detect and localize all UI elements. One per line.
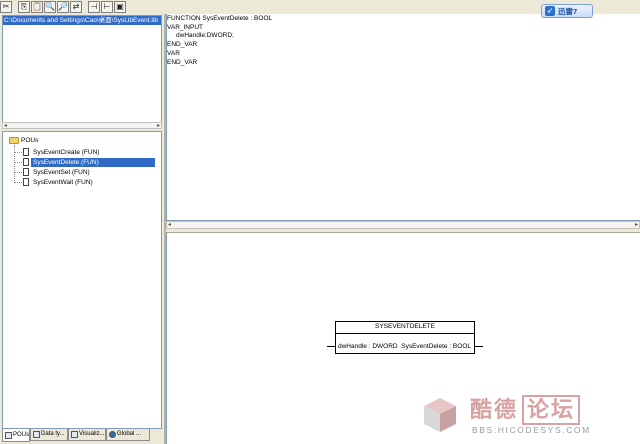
scroll-left-icon[interactable]: ◂ [168, 222, 171, 229]
cube-logo-icon [424, 398, 456, 432]
tree-root-pous[interactable]: POUs [9, 136, 38, 145]
output-pin-line [475, 346, 483, 347]
tab-label: POUs [13, 431, 30, 438]
tab-label: Global ... [117, 431, 142, 437]
function-block-title: SYSEVENTDELETE [375, 323, 435, 330]
find-icon[interactable]: 🔍 [44, 1, 56, 13]
tree-item-label: SysEventCreate (FUN) [33, 148, 100, 156]
tab-label: Data ty... [41, 431, 65, 437]
tree-connector [14, 161, 22, 163]
tab-label: Visualiz... [79, 431, 105, 437]
function-block-output: SysEventDelete : BOOL [401, 343, 471, 350]
xunlei-icon: ➶ [545, 6, 555, 16]
input-pin-line [327, 346, 335, 347]
tree-item-label: SysEventWait (FUN) [33, 178, 93, 186]
editor-scrollbar[interactable]: ◂ ▸ [166, 221, 640, 229]
code-line[interactable]: VAR [167, 50, 272, 59]
toolbar-separator [13, 1, 17, 13]
tree-item[interactable]: SysEventDelete (FUN) [14, 157, 155, 167]
function-block-input: dwHandle : DWORD [338, 343, 398, 350]
globe-icon [109, 431, 116, 438]
library-path-item[interactable]: C:\Documents and Settings\Cao\桌面\SysLibE… [3, 16, 161, 25]
toolbar-separator [83, 1, 87, 13]
library-path-list[interactable]: C:\Documents and Settings\Cao\桌面\SysLibE… [2, 15, 162, 123]
tab-data-ty[interactable]: Data ty... [30, 429, 68, 441]
code-line[interactable]: FUNCTION SysEventDelete : BOOL [167, 15, 272, 24]
xunlei-badge-text: 迅雷7 [558, 6, 578, 16]
scroll-right-icon[interactable]: ▸ [157, 123, 160, 129]
tree-item[interactable]: SysEventCreate (FUN) [14, 147, 101, 157]
cut-icon[interactable]: ✂ [0, 1, 12, 13]
tree-item-label: SysEventSet (FUN) [33, 168, 90, 176]
scroll-right-icon[interactable]: ▸ [635, 222, 638, 229]
replace-icon[interactable]: ⇄ [70, 1, 82, 13]
watermark-title: 酷德 论坛 [470, 392, 581, 425]
xunlei-badge[interactable]: ➶ 迅雷7 [541, 4, 593, 18]
function-block-divider [336, 333, 474, 334]
tab-global[interactable]: Global ... [106, 429, 150, 441]
insert-input-icon[interactable]: ⊣ [88, 1, 100, 13]
code-line[interactable]: END_VAR [167, 41, 272, 50]
pou-document-icon [23, 168, 29, 176]
tree-item[interactable]: SysEventWait (FUN) [14, 177, 95, 187]
pou-icon [5, 431, 12, 439]
code-line[interactable]: dwHandle:DWORD; [167, 32, 272, 41]
tree-item-label: SysEventDelete (FUN) [31, 157, 155, 167]
declaration-editor[interactable]: FUNCTION SysEventDelete : BOOL VAR_INPUT … [166, 14, 640, 221]
pou-document-icon [23, 148, 29, 156]
code-line[interactable]: END_VAR [167, 59, 272, 68]
insert-box-icon[interactable]: ▣ [114, 1, 126, 13]
tree-root-label: POUs [21, 137, 39, 144]
insert-output-icon[interactable]: ⊢ [101, 1, 113, 13]
forum-watermark: 酷德 论坛 BBS.HICODESYS.COM [418, 392, 638, 442]
tree-item[interactable]: SysEventSet (FUN) [14, 167, 92, 177]
watermark-boxed: 论坛 [522, 395, 581, 425]
object-tabs: POUs Data ty... Visualiz... Global ... [2, 429, 162, 442]
library-list-scrollbar[interactable]: ◂ ▸ [2, 122, 162, 129]
visualization-icon [71, 431, 78, 438]
left-pane: C:\Documents and Settings\Cao\桌面\SysLibE… [0, 14, 164, 444]
tree-connector [14, 181, 22, 183]
scroll-left-icon[interactable]: ◂ [4, 123, 7, 129]
tab-pous[interactable]: POUs [2, 429, 30, 442]
pou-document-icon [23, 158, 29, 166]
code-line[interactable]: VAR_INPUT [167, 24, 272, 33]
paste-icon[interactable]: 📋 [31, 1, 43, 13]
data-types-icon [33, 431, 40, 438]
declaration-code[interactable]: FUNCTION SysEventDelete : BOOL VAR_INPUT … [167, 15, 272, 67]
pou-document-icon [23, 178, 29, 186]
tree-connector [14, 151, 22, 153]
tab-visualiz[interactable]: Visualiz... [68, 429, 106, 441]
find-next-icon[interactable]: 🔎 [57, 1, 69, 13]
copy-icon[interactable]: ⎘ [18, 1, 30, 13]
watermark-main: 酷德 [470, 397, 519, 423]
watermark-url: BBS.HICODESYS.COM [472, 425, 591, 435]
folder-icon [9, 137, 19, 144]
pou-tree: POUs SysEventCreate (FUN) SysEventDelete … [2, 131, 162, 429]
tree-connector [14, 171, 22, 173]
function-block-box[interactable]: SYSEVENTDELETE dwHandle : DWORD SysEvent… [335, 321, 475, 354]
